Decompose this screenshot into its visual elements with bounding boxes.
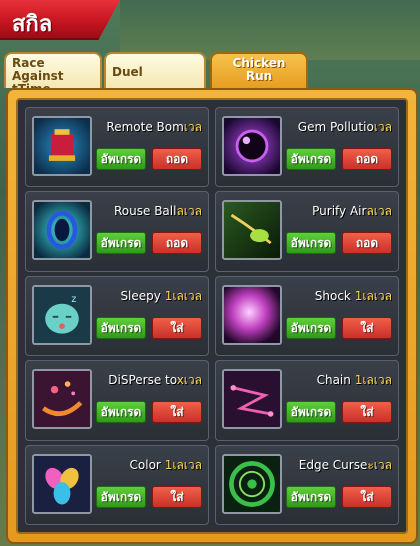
unequip-button[interactable]: ถอด <box>342 232 392 255</box>
upgrade-button[interactable]: อัพเกรด <box>286 316 336 339</box>
tab-chicken-run[interactable]: Chicken Run <box>210 52 308 88</box>
upgrade-button[interactable]: อัพเกรด <box>96 148 146 170</box>
color-icon <box>32 453 92 514</box>
page-title: สกิล <box>12 12 53 37</box>
skill-card-color: Color 1เลเวล อัพเกรด ใส่ <box>25 444 209 525</box>
skill-name: DiSPerse toxเวล <box>108 373 202 388</box>
upgrade-button[interactable]: อัพเกรด <box>96 401 146 424</box>
skill-card-remote-bomb: Remote Bomเวล อัพเกรด ถอด <box>25 107 209 188</box>
tab-race-against-time[interactable]: Race Against tTime <box>4 52 102 96</box>
skills-panel: Remote Bomเวล อัพเกรด ถอด Gem Pollutioเว… <box>6 88 418 544</box>
unequip-button[interactable]: ถอด <box>342 148 392 170</box>
gem-pollution-icon <box>222 116 282 176</box>
skill-card-purify-air: Purify Airลเวล อัพเกรด ถอด <box>215 191 399 272</box>
upgrade-button[interactable]: อัพเกรด <box>286 485 336 508</box>
equip-button[interactable]: ใส่ <box>342 485 392 508</box>
svg-text:z: z <box>71 294 76 305</box>
upgrade-button[interactable]: อัพเกรด <box>96 316 146 339</box>
upgrade-button[interactable]: อัพเกรด <box>96 232 146 255</box>
skill-card-rouse-ball: Rouse Ballลเวล อัพเกรด ถอด <box>25 191 209 272</box>
skill-name: Gem Pollutioเวล <box>297 120 392 134</box>
shock-icon <box>222 284 282 345</box>
tab-duel-matchless[interactable]: Duel Matchless <box>104 52 206 109</box>
equip-button[interactable]: ใส่ <box>152 401 202 424</box>
sleepy-icon: z <box>32 284 92 345</box>
skill-card-shock: Shock 1เลเวล อัพเกรด ใส่ <box>215 275 399 357</box>
skill-card-chain: Chain 1เลเวล อัพเกรด ใส่ <box>215 360 399 441</box>
skill-card-edge-curse: Edge Curseะเวล อัพเกรด ใส่ <box>215 444 399 525</box>
tab-bar: Race Against tTime Duel Matchless Chicke… <box>0 52 420 109</box>
skill-name: Color 1เลเวล <box>129 457 202 472</box>
skills-grid: Remote Bomเวล อัพเกรด ถอด Gem Pollutioเว… <box>16 98 408 534</box>
edge-curse-icon <box>222 453 282 514</box>
skill-name: Shock 1เลเวล <box>314 288 392 303</box>
upgrade-button[interactable]: อัพเกรด <box>96 485 146 508</box>
remote-bomb-icon <box>32 116 92 176</box>
equip-button[interactable]: ใส่ <box>152 485 202 508</box>
upgrade-button[interactable]: อัพเกรด <box>286 401 336 424</box>
unequip-button[interactable]: ถอด <box>152 232 202 255</box>
skill-name: Purify Airลเวล <box>312 204 392 219</box>
skill-card-disperse-toxin: DiSPerse toxเวล อัพเกรด ใส่ <box>25 360 209 441</box>
disperse-toxin-icon <box>32 369 92 430</box>
skill-name: Sleepy 1เลเวล <box>120 288 202 303</box>
skill-name: Chain 1เลเวล <box>316 373 392 388</box>
chain-icon <box>222 369 282 430</box>
upgrade-button[interactable]: อัพเกรด <box>286 148 336 170</box>
unequip-button[interactable]: ถอด <box>152 148 202 170</box>
equip-button[interactable]: ใส่ <box>342 401 392 424</box>
rouse-ball-icon <box>32 200 92 261</box>
equip-button[interactable]: ใส่ <box>152 316 202 339</box>
upgrade-button[interactable]: อัพเกรด <box>286 232 336 255</box>
skill-card-gem-pollution: Gem Pollutioเวล อัพเกรด ถอด <box>215 107 399 188</box>
skill-card-sleepy: z Sleepy 1เลเวล อัพเกรด ใส่ <box>25 275 209 357</box>
equip-button[interactable]: ใส่ <box>342 316 392 339</box>
header: สกิล <box>0 0 420 42</box>
purify-air-icon <box>222 200 282 261</box>
skill-name: Rouse Ballลเวล <box>114 204 202 219</box>
skill-name: Remote Bomเวล <box>106 120 202 134</box>
skill-name: Edge Curseะเวล <box>298 457 392 472</box>
